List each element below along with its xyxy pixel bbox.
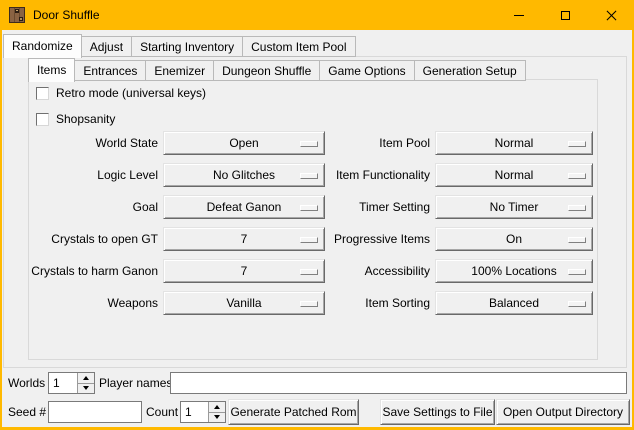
item-pool-value: Normal (495, 136, 534, 150)
progressive-items-value: On (506, 232, 522, 246)
player-names-label: Player names (99, 372, 172, 394)
count-spinner[interactable]: 1 (180, 401, 226, 423)
dropdown-indicator-icon (568, 173, 586, 179)
door-icon (9, 7, 25, 23)
weapons-label: Weapons (2, 291, 158, 315)
dropdown-indicator-icon (568, 141, 586, 147)
timer-setting-dropdown[interactable]: No Timer (435, 195, 593, 219)
maximize-icon (561, 11, 570, 20)
crystals-ganon-label: Crystals to harm Ganon (2, 259, 158, 283)
main-tab-bar: Randomize Adjust Starting Inventory Cust… (3, 33, 355, 57)
item-sorting-label: Item Sorting (274, 291, 430, 315)
client-area: Randomize Adjust Starting Inventory Cust… (2, 30, 632, 427)
world-state-label: World State (2, 131, 158, 155)
worlds-value: 1 (49, 373, 77, 393)
item-functionality-label: Item Functionality (274, 163, 430, 187)
close-icon (605, 9, 618, 22)
accessibility-label: Accessibility (274, 259, 430, 283)
spin-up-button[interactable] (78, 373, 94, 384)
tab-randomize[interactable]: Randomize (3, 34, 82, 58)
tab-generation-setup[interactable]: Generation Setup (414, 60, 526, 81)
timer-setting-label: Timer Setting (274, 195, 430, 219)
item-functionality-value: Normal (495, 168, 534, 182)
item-pool-dropdown[interactable]: Normal (435, 131, 593, 155)
worlds-spinner-buttons (77, 373, 94, 393)
maximize-button[interactable] (542, 0, 588, 30)
item-functionality-dropdown[interactable]: Normal (435, 163, 593, 187)
shopsanity-checkbox[interactable] (36, 113, 49, 126)
accessibility-dropdown[interactable]: 100% Locations (435, 259, 593, 283)
world-state-value: Open (229, 136, 258, 150)
window-title: Door Shuffle (33, 0, 100, 30)
retro-mode-checkbox[interactable] (36, 87, 49, 100)
dropdown-indicator-icon (568, 269, 586, 275)
progressive-items-dropdown[interactable]: On (435, 227, 593, 251)
retro-mode-label: Retro mode (universal keys) (56, 86, 206, 100)
count-value: 1 (181, 402, 208, 422)
player-names-input[interactable] (170, 372, 627, 394)
open-output-directory-button[interactable]: Open Output Directory (496, 399, 630, 425)
spin-up-button[interactable] (209, 402, 225, 413)
tab-game-options[interactable]: Game Options (319, 60, 414, 81)
spin-down-button[interactable] (209, 413, 225, 423)
minimize-button[interactable] (496, 0, 542, 30)
crystals-gt-value: 7 (241, 232, 248, 246)
dropdown-indicator-icon (568, 205, 586, 211)
goal-label: Goal (2, 195, 158, 219)
tab-starting-inventory[interactable]: Starting Inventory (131, 36, 243, 57)
worlds-spinner[interactable]: 1 (48, 372, 95, 394)
app-window: Door Shuffle Randomize Adjust Starting I… (0, 0, 634, 430)
title-bar: Door Shuffle (0, 0, 634, 30)
tab-items[interactable]: Items (28, 58, 75, 82)
worlds-label: Worlds (8, 372, 45, 394)
item-sorting-dropdown[interactable]: Balanced (435, 291, 593, 315)
arrow-up-icon (83, 376, 89, 380)
seed-input[interactable] (48, 401, 142, 423)
shopsanity-label: Shopsanity (56, 112, 115, 126)
dropdown-indicator-icon (568, 237, 586, 243)
tab-enemizer[interactable]: Enemizer (145, 60, 214, 81)
crystals-gt-label: Crystals to open GT (2, 227, 158, 251)
count-label: Count (146, 401, 178, 423)
item-pool-label: Item Pool (274, 131, 430, 155)
tab-adjust[interactable]: Adjust (81, 36, 132, 57)
progressive-items-label: Progressive Items (274, 227, 430, 251)
accessibility-value: 100% Locations (471, 264, 556, 278)
arrow-down-icon (214, 415, 220, 419)
minimize-icon (514, 15, 524, 16)
arrow-up-icon (214, 405, 220, 409)
retro-mode-row: Retro mode (universal keys) (36, 86, 206, 100)
tab-entrances[interactable]: Entrances (74, 60, 146, 81)
logic-level-value: No Glitches (213, 168, 275, 182)
close-button[interactable] (588, 0, 634, 30)
generate-patched-rom-button[interactable]: Generate Patched Rom (228, 399, 359, 425)
dropdown-indicator-icon (568, 301, 586, 307)
crystals-ganon-value: 7 (241, 264, 248, 278)
seed-label: Seed # (8, 401, 46, 423)
timer-setting-value: No Timer (490, 200, 539, 214)
logic-level-label: Logic Level (2, 163, 158, 187)
shopsanity-row: Shopsanity (36, 112, 115, 126)
tab-dungeon-shuffle[interactable]: Dungeon Shuffle (213, 60, 320, 81)
arrow-down-icon (83, 386, 89, 390)
item-sorting-value: Balanced (489, 296, 539, 310)
save-settings-button[interactable]: Save Settings to File (380, 399, 495, 425)
spin-down-button[interactable] (78, 384, 94, 394)
count-spinner-buttons (208, 402, 225, 422)
sub-tab-bar: Items Entrances Enemizer Dungeon Shuffle… (28, 57, 525, 81)
tab-custom-item-pool[interactable]: Custom Item Pool (242, 36, 355, 57)
weapons-value: Vanilla (226, 296, 261, 310)
goal-value: Defeat Ganon (207, 200, 282, 214)
